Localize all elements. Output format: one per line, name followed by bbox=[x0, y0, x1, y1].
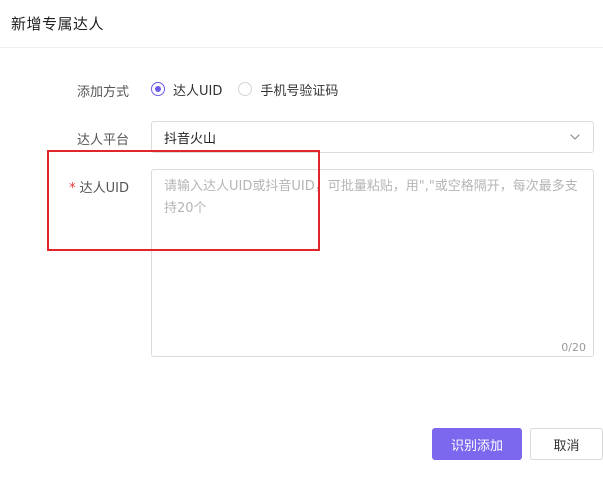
platform-select-value: 抖音火山 bbox=[164, 131, 217, 147]
radio-phone-code-label: 手机号验证码 bbox=[260, 83, 339, 99]
add-method-label: 添加方式 bbox=[76, 85, 129, 100]
radio-uid-checked-icon[interactable] bbox=[151, 82, 165, 96]
uid-char-counter: 0/20 bbox=[561, 341, 586, 354]
uid-label-wrap: * 达人UID bbox=[29, 177, 129, 196]
platform-select[interactable]: 抖音火山 bbox=[151, 121, 594, 153]
chevron-down-icon bbox=[569, 131, 581, 143]
platform-label: 达人平台 bbox=[76, 133, 129, 148]
required-star: * bbox=[69, 181, 76, 196]
dialog-title: 新增专属达人 bbox=[11, 15, 105, 33]
add-exclusive-talent-dialog: 新增专属达人 添加方式 达人UID 手机号验证码 达人平台 抖音火山 * 达人UI… bbox=[0, 0, 603, 480]
radio-phone-code[interactable]: 手机号验证码 bbox=[238, 80, 338, 99]
add-method-radio-group: 达人UID 手机号验证码 bbox=[151, 78, 354, 100]
identify-add-button[interactable]: 识别添加 bbox=[432, 428, 522, 460]
dialog-header: 新增专属达人 bbox=[0, 0, 603, 48]
uid-textarea[interactable] bbox=[152, 170, 593, 356]
uid-textarea-wrap: 0/20 bbox=[151, 169, 594, 357]
radio-phone-code-unchecked-icon[interactable] bbox=[238, 82, 253, 96]
radio-uid-label: 达人UID bbox=[173, 83, 223, 99]
radio-uid[interactable]: 达人UID bbox=[151, 80, 222, 99]
uid-label: 达人UID bbox=[79, 181, 129, 196]
cancel-button[interactable]: 取消 bbox=[530, 428, 603, 460]
